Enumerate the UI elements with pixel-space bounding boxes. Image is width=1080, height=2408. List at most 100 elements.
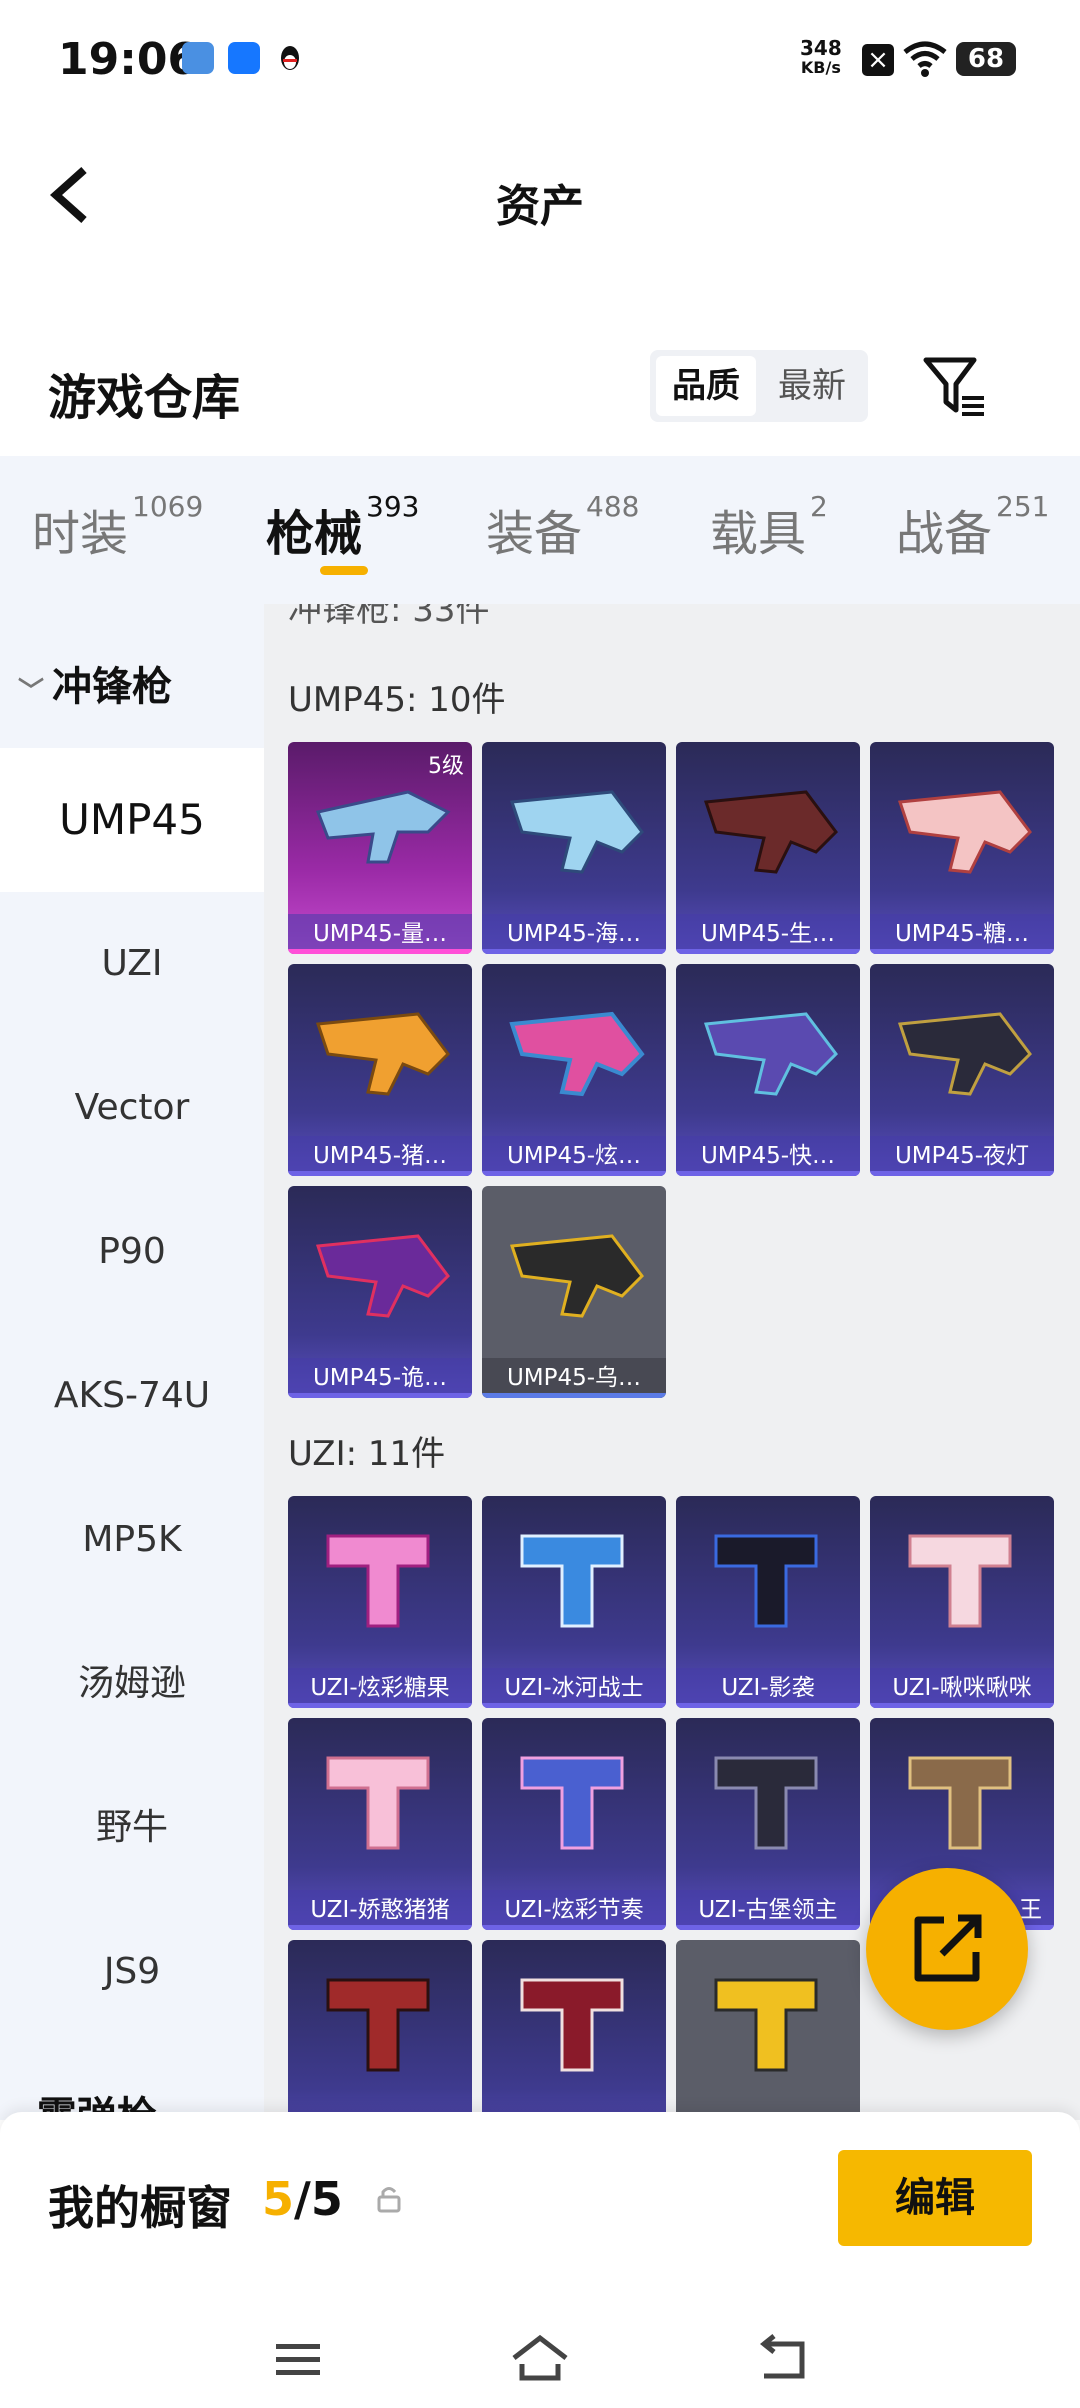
chevron-down-icon: ﹀ (18, 676, 45, 707)
item-name: UZI-冰河战士 (482, 1668, 666, 1708)
app-notification-icon (182, 42, 214, 74)
item-name: UMP45-乌… (482, 1358, 666, 1398)
showcase-total: /5 (294, 2172, 343, 2226)
gun-skin-image (288, 1940, 472, 2100)
gun-skin-image (676, 1496, 860, 1656)
group-header-uzi: UZI: 11件 (288, 1434, 446, 1474)
gun-skin-image (288, 1186, 472, 1346)
tab-count: 488 (586, 490, 640, 523)
item-card[interactable]: UZI-古堡领主 (676, 1718, 860, 1930)
rarity-bar (870, 949, 1054, 954)
tab-equipment[interactable]: 装备 488 (486, 490, 639, 564)
item-card[interactable]: UZI-影袭 (676, 1496, 860, 1708)
home-icon[interactable] (508, 2330, 572, 2386)
sidebar-item-ump45[interactable]: UMP45 (0, 748, 264, 892)
ump45-grid: 5级 UMP45-量… UMP45-海… UMP45-生… UMP45-糖… U… (288, 742, 1056, 1398)
system-nav-bar (0, 2308, 1080, 2408)
qq-icon (274, 42, 306, 74)
tab-supplies[interactable]: 战备 251 (896, 490, 1049, 564)
sort-newest-button[interactable]: 最新 (762, 356, 862, 416)
item-card[interactable]: UMP45-猪… (288, 964, 472, 1176)
sidebar-item-aks74u[interactable]: AKS-74U (0, 1324, 264, 1468)
rarity-bar (676, 1925, 860, 1930)
item-card[interactable]: UZI-娇憨猪猪 (288, 1718, 472, 1930)
menu-icon[interactable] (274, 2338, 324, 2382)
item-card[interactable]: UZI-冰河战士 (482, 1496, 666, 1708)
item-card[interactable]: 5级 UMP45-量… (288, 742, 472, 954)
gun-skin-image (870, 742, 1054, 902)
item-name: UMP45-量… (288, 914, 472, 954)
item-name: UZI-啾咪啾咪 (870, 1668, 1054, 1708)
gun-skin-image (288, 1496, 472, 1656)
item-card[interactable]: UMP45-炫… (482, 964, 666, 1176)
rarity-bar (870, 1171, 1054, 1176)
item-card[interactable]: UMP45-乌… (482, 1186, 666, 1398)
sidebar-item-p90[interactable]: P90 (0, 1180, 264, 1324)
item-card[interactable]: UMP45-海… (482, 742, 666, 954)
item-name: UZI-影袭 (676, 1668, 860, 1708)
rarity-bar (482, 1171, 666, 1176)
sidebar: ﹀ 冲锋枪 UMP45 UZI Vector P90 AKS-74U MP5K 汤… (0, 604, 264, 2120)
gun-skin-image (870, 964, 1054, 1124)
rarity-bar (288, 1393, 472, 1398)
wifi-icon (902, 40, 948, 78)
sidebar-item-js9[interactable]: JS9 (0, 1900, 264, 2044)
gun-skin-image (482, 1186, 666, 1346)
gun-skin-image (676, 1940, 860, 2100)
item-card[interactable]: UMP45-快… (676, 964, 860, 1176)
tab-label: 枪械 (266, 506, 363, 562)
item-name: UMP45-炫… (482, 1136, 666, 1176)
showcase-current: 5 (262, 2172, 295, 2226)
gun-skin-image (288, 964, 472, 1124)
external-link-icon (914, 1914, 982, 1982)
item-card[interactable]: UMP45-糖… (870, 742, 1054, 954)
item-card[interactable]: UMP45-诡… (288, 1186, 472, 1398)
item-card[interactable] (676, 1940, 860, 2120)
item-card[interactable]: UZI-啾咪啾咪 (870, 1496, 1054, 1708)
status-time: 19:06 (58, 34, 199, 85)
tab-label: 战备 (896, 506, 993, 562)
rarity-bar (482, 1703, 666, 1708)
gun-skin-image (676, 1718, 860, 1878)
net-speed-value: 348 (800, 36, 842, 60)
rarity-bar (482, 949, 666, 954)
edit-button[interactable]: 编辑 (838, 2150, 1032, 2246)
tab-count: 393 (366, 490, 420, 523)
sort-quality-button[interactable]: 品质 (656, 356, 756, 416)
gun-skin-image (676, 742, 860, 902)
item-card[interactable]: UZI-炫彩节奏 (482, 1718, 666, 1930)
tab-guns[interactable]: 枪械 393 (266, 490, 419, 564)
sort-toggle: 品质 最新 (650, 350, 868, 422)
sidebar-category-smg[interactable]: ﹀ 冲锋枪 (18, 654, 172, 712)
battery-icon: 68 (956, 42, 1016, 76)
item-card[interactable]: UZI-炫彩糖果 (288, 1496, 472, 1708)
item-name: UMP45-诡… (288, 1358, 472, 1398)
rarity-bar (288, 1925, 472, 1930)
tab-count: 251 (996, 490, 1050, 523)
item-card[interactable] (482, 1940, 666, 2120)
level-badge: 5级 (428, 754, 464, 779)
gun-skin-image (870, 1496, 1054, 1656)
gun-skin-image (482, 1718, 666, 1878)
tab-label: 时装 (32, 506, 129, 562)
filter-icon[interactable] (922, 354, 988, 420)
sidebar-item-mp5k[interactable]: MP5K (0, 1468, 264, 1612)
tab-fashion[interactable]: 时装 1069 (32, 490, 203, 564)
share-button[interactable] (866, 1868, 1028, 2030)
sidebar-item-vector[interactable]: Vector (0, 1036, 264, 1180)
sidebar-item-thompson[interactable]: 汤姆逊 (0, 1612, 264, 1756)
active-tab-indicator (320, 566, 368, 575)
item-card[interactable]: UMP45-生… (676, 742, 860, 954)
tab-vehicles[interactable]: 载具 2 (710, 490, 828, 564)
sidebar-item-bison[interactable]: 野牛 (0, 1756, 264, 1900)
browser-notification-icon (228, 42, 260, 74)
item-card[interactable] (288, 1940, 472, 2120)
page-title: 资产 (496, 181, 584, 232)
item-card[interactable]: UMP45-夜灯 (870, 964, 1054, 1176)
sidebar-item-uzi[interactable]: UZI (0, 892, 264, 1036)
rarity-bar (870, 1703, 1054, 1708)
item-name: UMP45-夜灯 (870, 1136, 1054, 1176)
rarity-bar (288, 1171, 472, 1176)
back-nav-icon[interactable] (754, 2334, 810, 2384)
gun-skin-image (482, 742, 666, 902)
